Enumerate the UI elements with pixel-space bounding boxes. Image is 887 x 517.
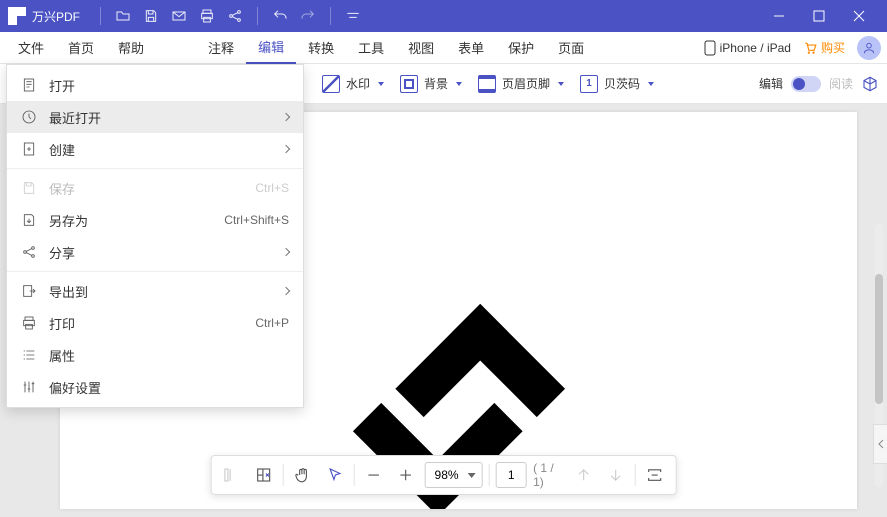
chevron-right-icon xyxy=(282,248,290,256)
clock-icon xyxy=(21,109,37,125)
select-tool-icon[interactable] xyxy=(322,461,348,489)
menu-annotate[interactable]: 注释 xyxy=(196,32,246,63)
app-logo xyxy=(8,7,26,25)
chevron-down-icon xyxy=(558,82,564,86)
zoom-select[interactable]: 98% xyxy=(425,462,483,488)
scrollbar-thumb[interactable] xyxy=(875,274,883,404)
page-input[interactable]: 1 xyxy=(495,462,527,488)
tool-headerfooter[interactable]: 页眉页脚 xyxy=(472,71,570,97)
list-icon xyxy=(21,347,37,363)
menu-open[interactable]: 打开 xyxy=(7,69,303,101)
chevron-down-icon xyxy=(456,82,462,86)
fit-width-icon[interactable] xyxy=(642,461,668,489)
menu-saveas[interactable]: 另存为 Ctrl+Shift+S xyxy=(7,204,303,236)
menu-share[interactable]: 分享 xyxy=(7,236,303,268)
hand-tool-icon[interactable] xyxy=(290,461,316,489)
menu-export[interactable]: 导出到 xyxy=(7,275,303,307)
menu-create[interactable]: 创建 xyxy=(7,133,303,165)
headerfooter-icon xyxy=(478,75,496,93)
menu-forms[interactable]: 表单 xyxy=(446,32,496,63)
tool-watermark[interactable]: 水印 xyxy=(316,71,390,97)
buy-link[interactable]: 购买 xyxy=(803,39,845,56)
save-icon[interactable] xyxy=(137,2,165,30)
mode-edit-label: 编辑 xyxy=(759,75,783,92)
export-icon xyxy=(21,283,37,299)
menu-file[interactable]: 文件 xyxy=(6,32,56,63)
saveas-icon xyxy=(21,212,37,228)
menu-page[interactable]: 页面 xyxy=(546,32,596,63)
chevron-right-icon xyxy=(282,113,290,121)
sidebar-toggle-icon[interactable] xyxy=(219,461,245,489)
menu-convert[interactable]: 转换 xyxy=(296,32,346,63)
maximize-button[interactable] xyxy=(799,0,839,32)
title-bar: 万兴PDF xyxy=(0,0,887,32)
print-icon xyxy=(21,315,37,331)
more-icon[interactable] xyxy=(339,2,367,30)
mode-toggle[interactable] xyxy=(791,76,821,92)
background-icon xyxy=(400,75,418,93)
app-name: 万兴PDF xyxy=(32,8,80,25)
prev-page-icon[interactable] xyxy=(571,461,597,489)
share-icon xyxy=(21,244,37,260)
watermark-icon xyxy=(322,75,340,93)
thumbnail-icon[interactable] xyxy=(251,461,277,489)
zoom-out-icon[interactable] xyxy=(361,461,387,489)
chevron-down-icon xyxy=(648,82,654,86)
tool-background[interactable]: 背景 xyxy=(394,71,468,97)
open-icon[interactable] xyxy=(109,2,137,30)
file-icon xyxy=(21,77,37,93)
menu-properties[interactable]: 属性 xyxy=(7,339,303,371)
menu-protect[interactable]: 保护 xyxy=(496,32,546,63)
file-dropdown: 打开 最近打开 创建 保存 Ctrl+S 另存为 Ctrl+Shift+S 分享… xyxy=(6,64,304,408)
menu-print[interactable]: 打印 Ctrl+P xyxy=(7,307,303,339)
menu-home[interactable]: 首页 xyxy=(56,32,106,63)
redo-icon[interactable] xyxy=(294,2,322,30)
iphone-link[interactable]: iPhone / iPad xyxy=(704,40,791,56)
menu-edit[interactable]: 编辑 xyxy=(246,31,296,64)
page-count: ( 1 / 1) xyxy=(533,461,565,489)
next-page-icon[interactable] xyxy=(603,461,629,489)
mail-icon[interactable] xyxy=(165,2,193,30)
save-icon xyxy=(21,180,37,196)
menu-save: 保存 Ctrl+S xyxy=(7,172,303,204)
menu-view[interactable]: 视图 xyxy=(396,32,446,63)
menu-help[interactable]: 帮助 xyxy=(106,32,156,63)
chevron-down-icon xyxy=(378,82,384,86)
menu-recent[interactable]: 最近打开 xyxy=(7,101,303,133)
menu-preferences[interactable]: 偏好设置 xyxy=(7,371,303,403)
zoom-in-icon[interactable] xyxy=(393,461,419,489)
undo-icon[interactable] xyxy=(266,2,294,30)
bates-icon: 1 xyxy=(580,75,598,93)
print-icon[interactable] xyxy=(193,2,221,30)
mode-read-label: 阅读 xyxy=(829,75,853,92)
share-icon[interactable] xyxy=(221,2,249,30)
read-mode-icon[interactable] xyxy=(861,75,879,93)
plus-file-icon xyxy=(21,141,37,157)
menu-tools[interactable]: 工具 xyxy=(346,32,396,63)
view-controls: 98% 1 ( 1 / 1) xyxy=(210,455,677,495)
close-button[interactable] xyxy=(839,0,879,32)
zoom-value: 98% xyxy=(432,468,462,482)
sliders-icon xyxy=(21,379,37,395)
menu-bar: 文件 首页 帮助 注释 编辑 转换 工具 视图 表单 保护 页面 iPhone … xyxy=(0,32,887,64)
user-avatar[interactable] xyxy=(857,36,881,60)
chevron-down-icon xyxy=(468,473,476,478)
tool-bates[interactable]: 1贝茨码 xyxy=(574,71,660,97)
side-panel-toggle[interactable] xyxy=(873,424,887,464)
chevron-right-icon xyxy=(282,287,290,295)
chevron-right-icon xyxy=(282,145,290,153)
minimize-button[interactable] xyxy=(759,0,799,32)
